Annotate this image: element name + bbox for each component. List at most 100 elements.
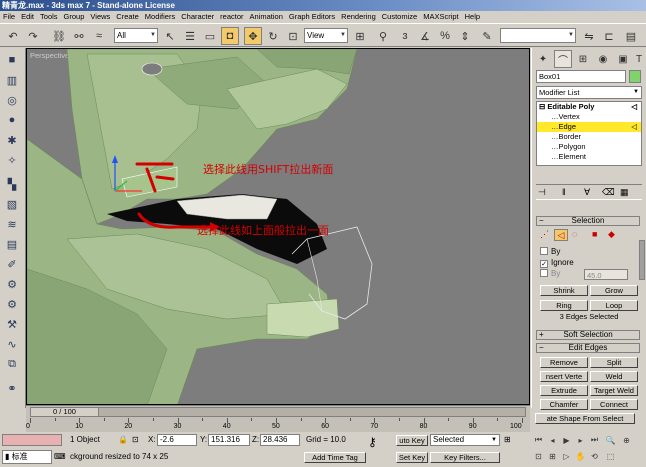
create-shape-from-selection-button[interactable]: ate Shape From Select (535, 413, 635, 424)
bind-space-warp-icon[interactable]: ≈ (90, 27, 108, 45)
edit-named-selections-icon[interactable]: ✎ (478, 27, 496, 45)
selection-filter-dropdown[interactable]: All (114, 28, 158, 43)
menu-modifiers[interactable]: Modifiers (142, 12, 178, 21)
ignore-backfacing-checkbox[interactable]: ✓ Ignore (540, 258, 574, 268)
percent-snap-icon[interactable]: % (436, 27, 454, 45)
tube-icon[interactable]: ▤ (3, 236, 21, 252)
add-time-tag-button[interactable]: Add Time Tag (304, 452, 366, 463)
pivot-center-icon[interactable]: ⊞ (351, 27, 369, 45)
z-coordinate-field[interactable]: 28.436 (260, 434, 300, 446)
select-and-scale-icon[interactable]: ⊡ (284, 27, 302, 45)
shrink-button[interactable]: Shrink (540, 285, 588, 296)
zoom-icon[interactable]: 🔍 (604, 434, 617, 446)
angle-snap-icon[interactable]: ∡ (416, 27, 434, 45)
edge-mode-icon[interactable]: ◁ (554, 229, 568, 241)
select-and-move-icon[interactable]: ✥ (244, 27, 262, 45)
zoom-extents-all-icon[interactable]: ⊞ (546, 450, 559, 462)
select-and-rotate-icon[interactable]: ↻ (264, 27, 282, 45)
zoom-all-icon[interactable]: ⊕ (620, 434, 633, 446)
compound-icon[interactable]: ⧉ (3, 356, 21, 372)
create-tab-icon[interactable]: ✦ (534, 50, 552, 68)
menu-group[interactable]: Group (61, 12, 88, 21)
key-icon[interactable]: ⚷ (368, 436, 377, 448)
by-angle-checkbox[interactable]: By (540, 269, 560, 278)
menu-edit[interactable]: Edit (18, 12, 37, 21)
link-icon[interactable]: ⚭ (3, 380, 21, 396)
remove-button[interactable]: Remove (540, 357, 588, 368)
menu-rendering[interactable]: Rendering (338, 12, 379, 21)
angle-spinner[interactable]: 45.0 (584, 269, 628, 280)
select-manipulate-icon[interactable]: ⚲ (374, 27, 392, 45)
snap-toggle-icon[interactable]: ɜ (396, 27, 414, 45)
spinner-snap-icon[interactable]: ⇕ (456, 27, 474, 45)
previous-frame-icon[interactable]: ◂ (546, 434, 559, 446)
stack-item-vertex[interactable]: …Vertex (537, 112, 641, 122)
systems-icon[interactable]: ⚒ (3, 316, 21, 332)
cylinder-icon[interactable]: ▥ (3, 72, 21, 88)
absolute-mode-icon[interactable]: ⊡ (132, 434, 139, 446)
torus-icon[interactable]: ◎ (3, 92, 21, 108)
shapes-icon[interactable]: ▚ (3, 176, 21, 192)
undo-icon[interactable]: ↶ (4, 27, 22, 45)
motion-tab-icon[interactable]: ◉ (594, 50, 612, 68)
reference-coordinate-dropdown[interactable]: View (304, 28, 348, 43)
window-crossing-icon[interactable]: ◘ (221, 27, 239, 45)
stack-item-edge[interactable]: …Edge ◁ (537, 122, 641, 132)
modifier-stack[interactable]: ⊟ Editable Poly ◁ …Vertex …Edge ◁ …Border … (536, 101, 642, 166)
stack-item-border[interactable]: …Border (537, 132, 641, 142)
helpers-icon[interactable]: ▧ (3, 196, 21, 212)
named-selection-dropdown[interactable] (500, 28, 576, 43)
menu-help[interactable]: Help (462, 12, 483, 21)
menu-views[interactable]: Views (87, 12, 113, 21)
menu-graph-editors[interactable]: Graph Editors (286, 12, 338, 21)
auto-key-button[interactable]: uto Key (396, 435, 428, 446)
menu-character[interactable]: Character (178, 12, 217, 21)
menu-file[interactable]: File (0, 12, 18, 21)
by-vertex-checkbox[interactable]: By (540, 247, 560, 256)
element-mode-icon[interactable]: ◆ (608, 229, 615, 240)
space-warp-icon[interactable]: ⚙ (3, 276, 21, 292)
x-coordinate-field[interactable]: -2.6 (157, 434, 197, 446)
utilities-tab-icon[interactable]: T (630, 50, 646, 68)
ime-indicator[interactable]: ▮ 标准 (2, 450, 52, 464)
layer-manager-icon[interactable]: ▤ (622, 27, 640, 45)
lock-icon[interactable]: 🔒 (118, 434, 128, 446)
track-bar[interactable]: 0 10 20 30 40 50 60 70 80 90 100 (26, 418, 526, 432)
align-icon[interactable]: ⊏ (600, 27, 618, 45)
remove-modifier-icon[interactable]: ⌫ (602, 187, 615, 198)
field-of-view-icon[interactable]: ▷ (560, 450, 573, 462)
grow-button[interactable]: Grow (590, 285, 638, 296)
weld-button[interactable]: Weld (590, 371, 638, 382)
menu-create[interactable]: Create (113, 12, 142, 21)
edit-edges-rollout-header[interactable]: − Edit Edges (536, 343, 640, 353)
make-unique-icon[interactable]: ∀ (584, 187, 590, 198)
configure-sets-icon[interactable]: ▦ (620, 187, 629, 198)
menu-customize[interactable]: Customize (379, 12, 420, 21)
goto-start-icon[interactable]: ⏮ (532, 434, 545, 446)
spline-icon[interactable]: ∿ (3, 336, 21, 352)
loop-button[interactable]: Loop (590, 300, 638, 311)
time-slider-thumb[interactable]: 0 / 100 (31, 408, 99, 416)
gear-icon[interactable]: ⚙ (3, 296, 21, 312)
border-mode-icon[interactable]: ◌ (572, 229, 577, 239)
key-mode-dropdown[interactable]: Selected ▼ (430, 434, 500, 446)
stack-item-element[interactable]: …Element (537, 152, 641, 162)
stack-item-editable-poly[interactable]: ⊟ Editable Poly ◁ (537, 102, 641, 112)
y-coordinate-field[interactable]: 151.316 (208, 434, 250, 446)
connect-button[interactable]: Connect (590, 399, 638, 410)
modifier-list-dropdown[interactable]: Modifier List ▼ (536, 86, 642, 99)
perspective-viewport[interactable]: Perspective 选择此线用SHIFT拉出新面 选择此线如上面般拉出一面 (26, 48, 530, 405)
vertex-mode-icon[interactable]: ⋰ (540, 229, 549, 240)
select-object-icon[interactable]: ↖ (161, 27, 179, 45)
next-frame-icon[interactable]: ▸ (574, 434, 587, 446)
pencil-icon[interactable]: ✐ (3, 256, 21, 272)
ring-button[interactable]: Ring (540, 300, 588, 311)
menu-animation[interactable]: Animation (247, 12, 286, 21)
zoom-extents-icon[interactable]: ⊡ (532, 450, 545, 462)
goto-end-icon[interactable]: ⏭ (588, 434, 601, 446)
star-icon[interactable]: ✱ (3, 132, 21, 148)
light-icon[interactable]: ✧ (3, 152, 21, 168)
target-weld-button[interactable]: Target Weld (590, 385, 638, 396)
menu-reactor[interactable]: reactor (217, 12, 246, 21)
menu-tools[interactable]: Tools (37, 12, 61, 21)
